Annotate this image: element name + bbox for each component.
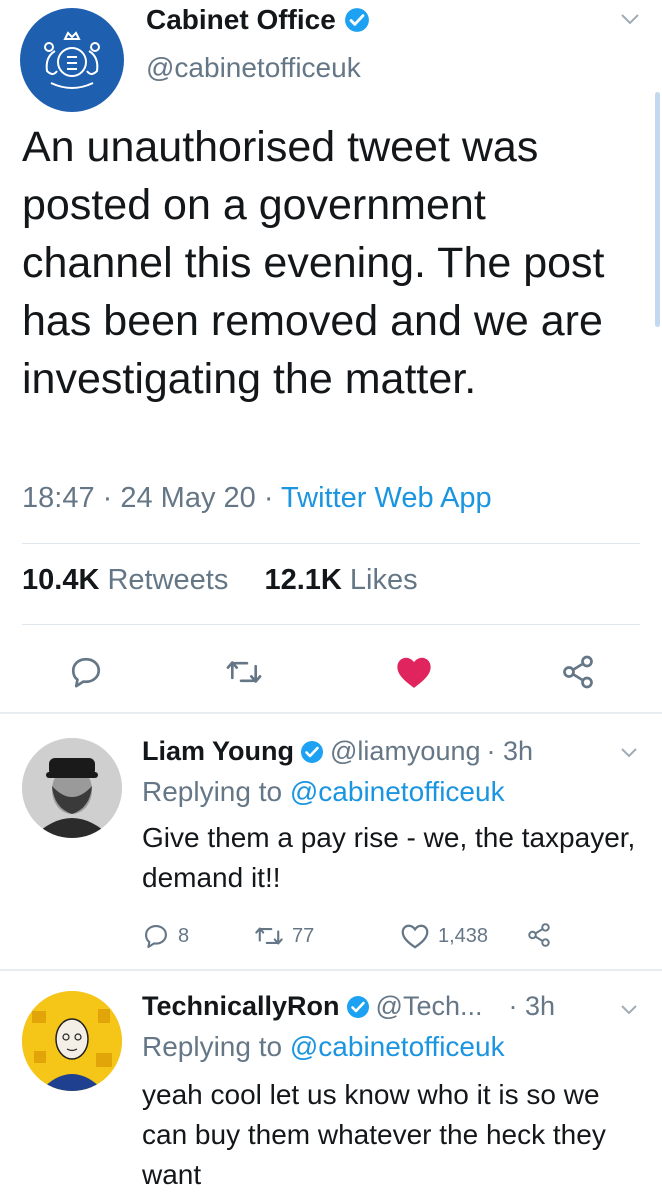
royal-crest-icon bbox=[44, 31, 100, 89]
reply-header: Liam Young @liamyoung · 3h bbox=[142, 736, 533, 767]
reply-icon bbox=[145, 925, 167, 949]
author-name-text[interactable]: Cabinet Office bbox=[146, 4, 336, 36]
reply-text: Give them a pay rise - we, the taxpayer,… bbox=[142, 822, 636, 893]
reply-time: · 3h bbox=[486, 736, 534, 766]
replying-prefix: Replying to bbox=[142, 776, 290, 807]
reply-author-handle[interactable]: @Tech... bbox=[376, 991, 483, 1022]
heart-filled-icon[interactable] bbox=[392, 650, 436, 694]
verified-badge-icon bbox=[300, 740, 324, 764]
verified-badge-icon bbox=[346, 995, 370, 1019]
reply-text: yeah cool let us know who it is so we ca… bbox=[142, 1079, 606, 1190]
divider bbox=[22, 624, 640, 625]
main-tweet: Cabinet Office @cabinetofficeuk An unaut… bbox=[0, 0, 662, 712]
replying-mention-link[interactable]: @cabinetofficeuk bbox=[290, 776, 505, 807]
retweet-icon bbox=[255, 927, 283, 945]
tweet-actions bbox=[0, 640, 662, 700]
tweet-time: 18:47 bbox=[22, 482, 95, 514]
author-handle[interactable]: @cabinetofficeuk bbox=[146, 52, 361, 84]
replying-to: Replying to @cabinetofficeuk bbox=[142, 776, 505, 808]
user-photo-icon bbox=[22, 738, 122, 838]
reply-tweet[interactable]: Liam Young @liamyoung · 3h Replying to @… bbox=[0, 714, 662, 969]
share-icon[interactable] bbox=[556, 650, 600, 694]
meta-separator: · bbox=[263, 482, 282, 514]
retweet-action[interactable]: 77 bbox=[254, 922, 314, 950]
avatar[interactable] bbox=[22, 991, 122, 1091]
replying-to: Replying to @cabinetofficeuk bbox=[142, 1031, 505, 1063]
reply-author-name[interactable]: TechnicallyRon bbox=[142, 991, 340, 1022]
like-action[interactable]: 1,438 bbox=[400, 922, 488, 950]
replying-mention-link[interactable]: @cabinetofficeuk bbox=[290, 1031, 505, 1062]
cartoon-avatar-icon bbox=[22, 991, 122, 1091]
retweets-count: 10.4K bbox=[22, 564, 100, 596]
heart-icon bbox=[401, 924, 429, 949]
reply-icon[interactable] bbox=[64, 650, 108, 694]
divider bbox=[22, 543, 640, 544]
tweet-text: An unauthorised tweet was posted on a go… bbox=[22, 123, 605, 403]
reply-time: · 3h bbox=[508, 991, 556, 1021]
tweet-stats: 10.4K Retweets 12.1K Likes bbox=[22, 564, 418, 597]
retweets-label: Retweets bbox=[107, 564, 229, 596]
reply-author-handle[interactable]: @liamyoung bbox=[330, 736, 480, 767]
author-name[interactable]: Cabinet Office bbox=[146, 4, 370, 36]
chevron-down-icon[interactable] bbox=[620, 12, 640, 26]
likes-label: Likes bbox=[349, 564, 418, 596]
retweet-count: 77 bbox=[292, 924, 315, 947]
meta-separator: · bbox=[102, 482, 121, 514]
likes-stat[interactable]: 12.1K Likes bbox=[264, 564, 417, 596]
retweet-icon[interactable] bbox=[222, 650, 266, 694]
retweets-stat[interactable]: 10.4K Retweets bbox=[22, 564, 228, 596]
tweet-source-link[interactable]: Twitter Web App bbox=[281, 482, 492, 514]
share-action[interactable] bbox=[526, 922, 552, 948]
cabinet-office-avatar[interactable] bbox=[20, 8, 124, 112]
share-icon bbox=[528, 923, 550, 947]
avatar[interactable] bbox=[22, 738, 122, 838]
reply-tweet[interactable]: TechnicallyRon @Tech... · 3h Replying to… bbox=[0, 971, 662, 1200]
verified-badge-icon bbox=[344, 7, 370, 33]
likes-count: 12.1K bbox=[264, 564, 342, 596]
reply-header: TechnicallyRon @Tech... · 3h bbox=[142, 991, 555, 1022]
reply-author-name[interactable]: Liam Young bbox=[142, 736, 294, 767]
tweet-date: 24 May 20 bbox=[120, 482, 256, 514]
chevron-down-icon[interactable] bbox=[620, 1003, 638, 1015]
reply-action[interactable]: 8 bbox=[142, 922, 189, 950]
chevron-down-icon[interactable] bbox=[620, 746, 638, 758]
reply-count: 8 bbox=[178, 924, 190, 947]
replying-prefix: Replying to bbox=[142, 1031, 290, 1062]
tweet-meta: 18:47 · 24 May 20 · Twitter Web App bbox=[22, 482, 492, 515]
like-count: 1,438 bbox=[438, 924, 489, 947]
